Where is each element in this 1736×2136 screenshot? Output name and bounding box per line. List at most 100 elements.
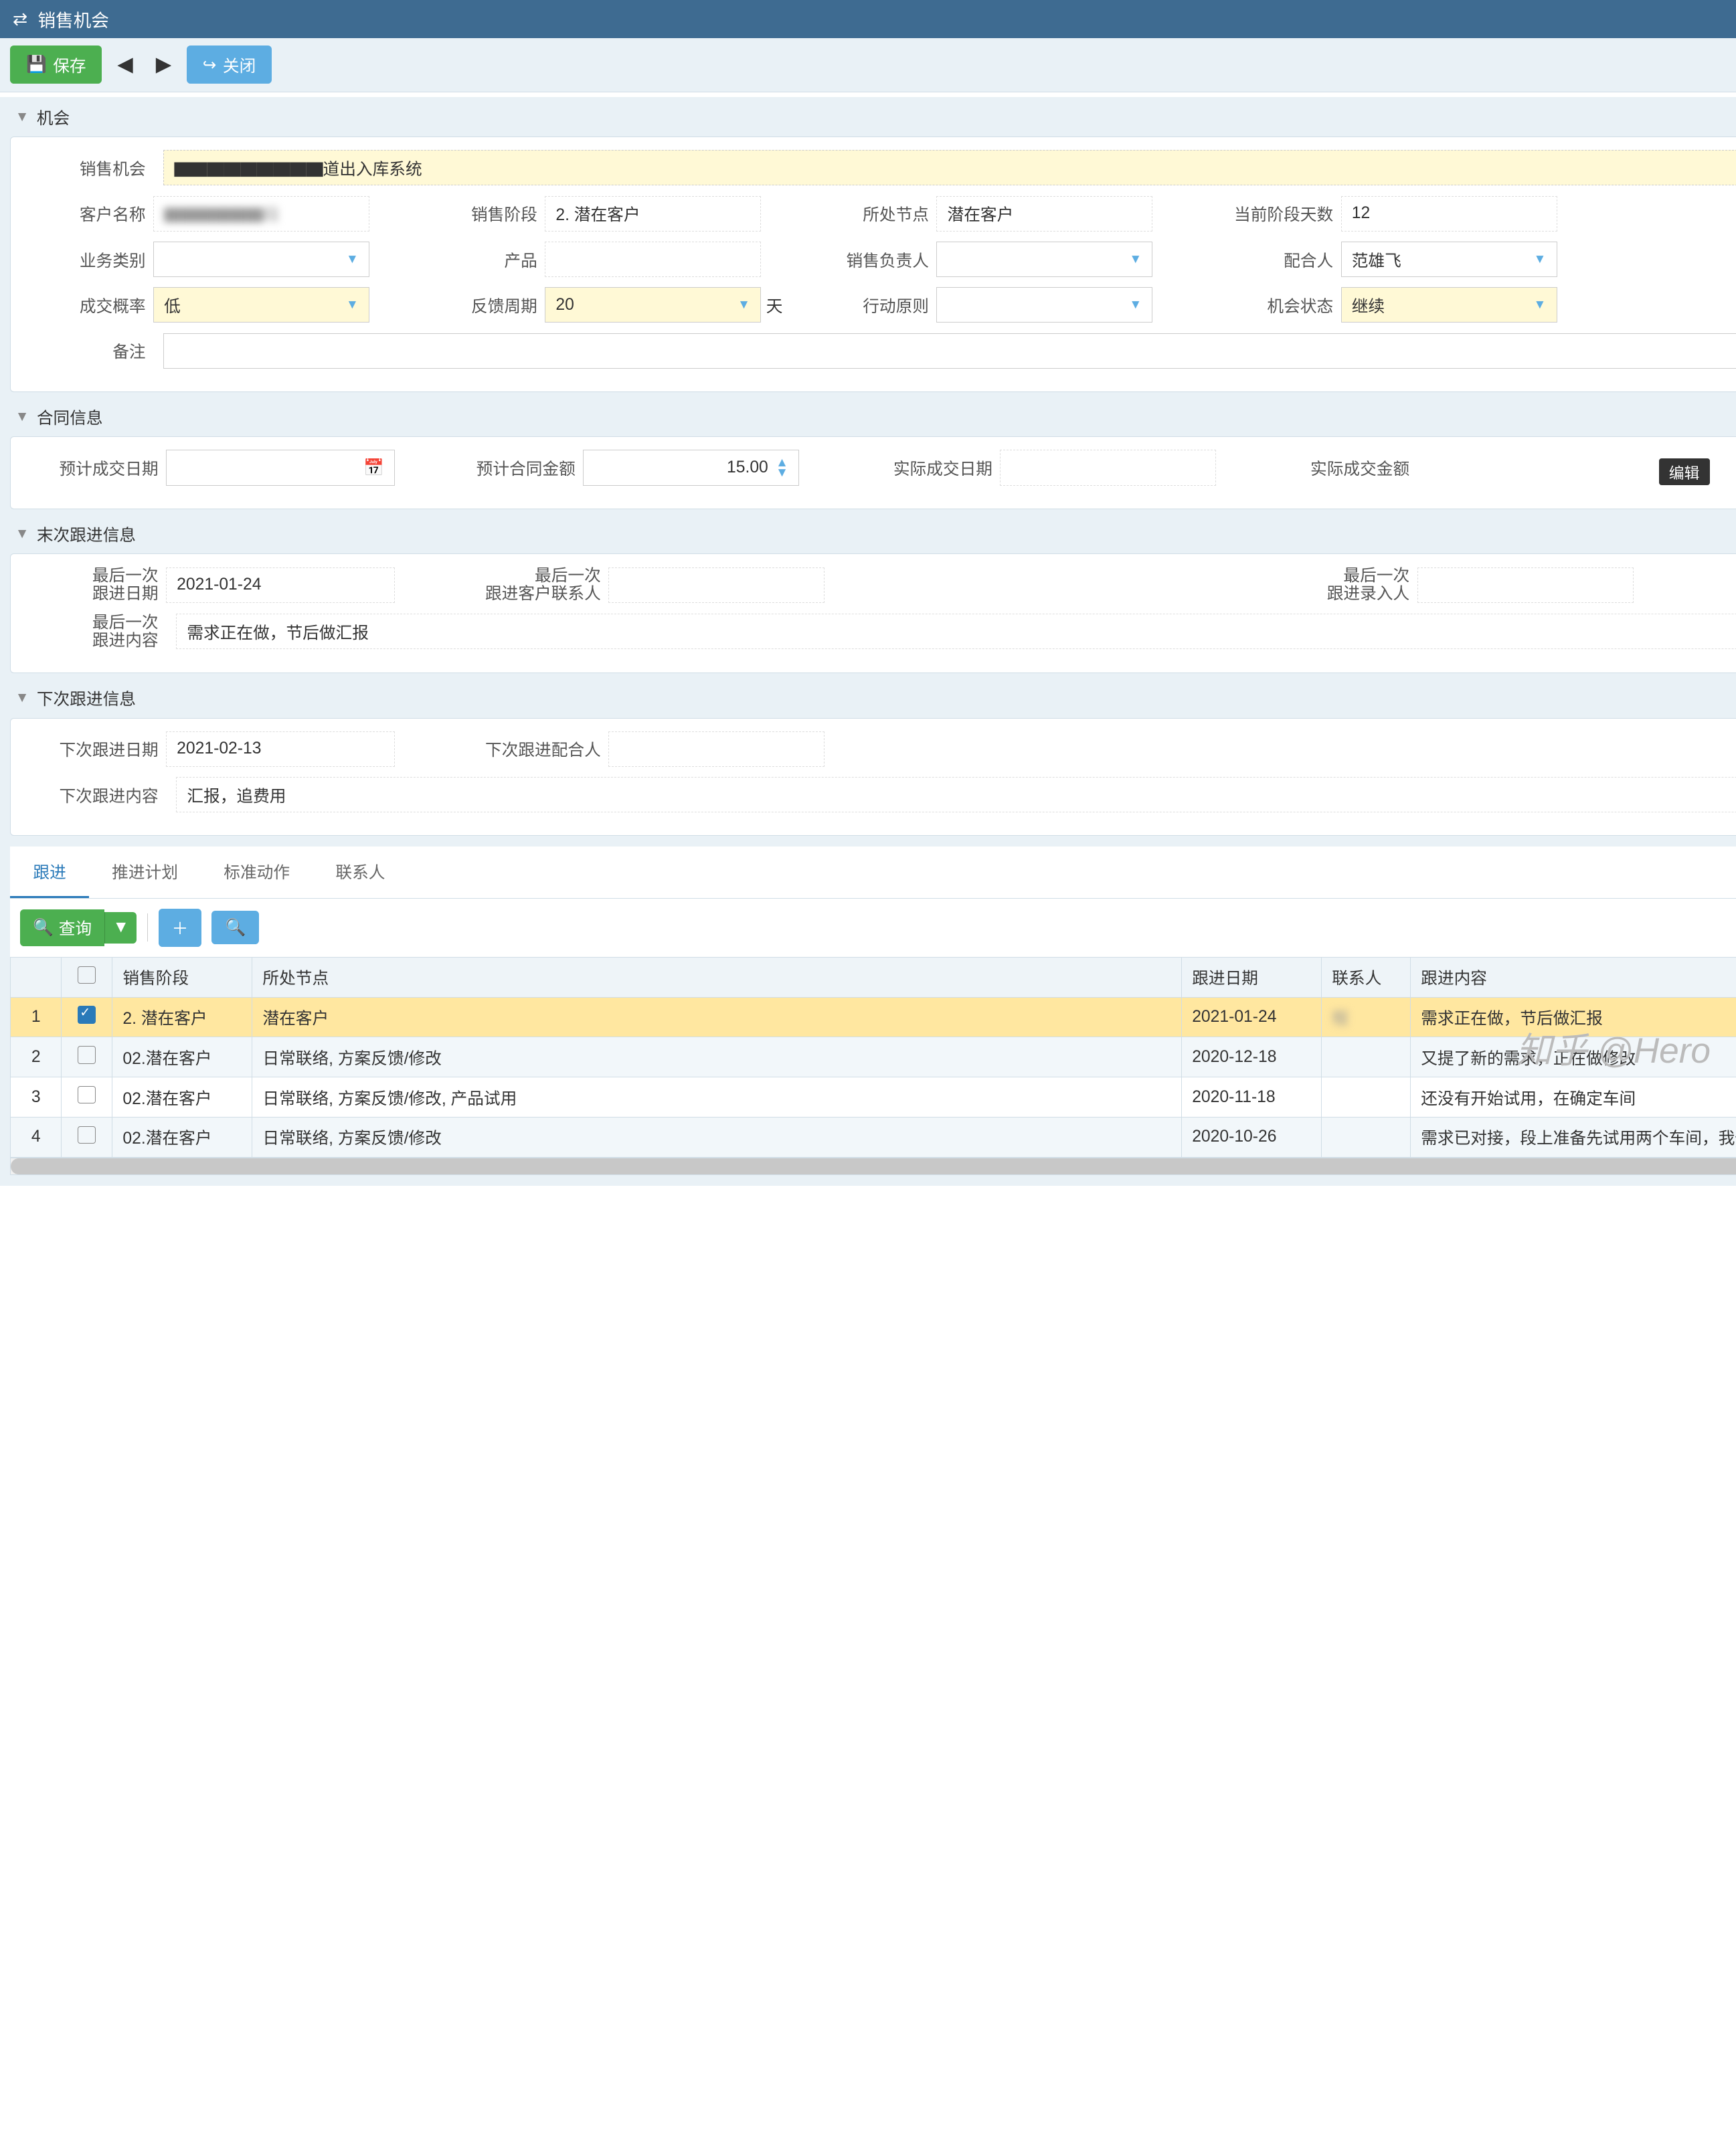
col-header[interactable]: 联系人 (1322, 957, 1411, 997)
cell-contact (1322, 1118, 1411, 1158)
label-est-amount: 预计合同金额 (443, 456, 583, 480)
label-last-recorder: 最后一次 跟进录入人 (1278, 567, 1417, 603)
row-num: 1 (11, 997, 62, 1037)
section-toggle-last-follow[interactable]: ▼ 末次跟进信息 (10, 514, 1736, 553)
field-remark[interactable] (163, 333, 1736, 369)
row-checkbox[interactable] (78, 1126, 96, 1144)
row-num: 3 (11, 1077, 62, 1118)
cell-stage: 02.潜在客户 (112, 1118, 252, 1158)
row-checkbox[interactable] (78, 1006, 96, 1024)
table-row[interactable]: 202.潜在客户日常联络, 方案反馈/修改2020-12-18又提了新的需求，正… (11, 1037, 1736, 1077)
search-more[interactable]: ▼ (104, 912, 137, 944)
section-toggle-next-follow[interactable]: ▼ 下次跟进信息 (10, 679, 1736, 718)
table-row[interactable]: 12. 潜在客户潜在客户2021-01-24程需求正在做，节后做汇报2021-0… (11, 997, 1736, 1037)
table-row[interactable]: 302.潜在客户日常联络, 方案反馈/修改, 产品试用2020-11-18还没有… (11, 1077, 1736, 1118)
cell-date: 2021-01-24 (1182, 997, 1322, 1037)
label-sales-opportunity: 销售机会 (26, 156, 153, 180)
chevron-down-icon: ▼ (1129, 252, 1142, 267)
col-header[interactable]: 跟进日期 (1182, 957, 1322, 997)
label-remark: 备注 (26, 339, 153, 363)
select-prob[interactable]: 低▼ (153, 287, 369, 323)
plus-icon: ＋ (172, 915, 189, 940)
chevron-down-icon: ▼ (346, 252, 359, 267)
label-partner: 配合人 (1201, 248, 1341, 272)
cell-content: 需求正在做，节后做汇报 (1411, 997, 1736, 1037)
cell-node: 日常联络, 方案反馈/修改 (252, 1118, 1182, 1158)
table-row[interactable]: 402.潜在客户日常联络, 方案反馈/修改2020-10-26需求已对接，段上准… (11, 1118, 1736, 1158)
caret-down-icon: ▼ (15, 526, 29, 542)
row-checkbox[interactable] (78, 1086, 96, 1104)
select-partner[interactable]: 范雄飞▼ (1341, 242, 1557, 277)
save-button[interactable]: 💾 保存 (10, 46, 102, 84)
section-title: 合同信息 (37, 405, 103, 429)
row-num: 4 (11, 1118, 62, 1158)
col-header[interactable]: 销售阶段 (112, 957, 252, 997)
datepicker-est-date[interactable]: 📅 (166, 450, 395, 485)
toolbar: 💾 保存 ◀ ▶ ↪ 关闭 (0, 38, 1736, 92)
section-toggle-contract[interactable]: ▼ 合同信息 (10, 397, 1736, 437)
field-sales-stage: 2. 潜在客户 (545, 196, 761, 232)
label-customer: 客户名称 (26, 201, 153, 226)
col-header[interactable]: 所处节点 (252, 957, 1182, 997)
label-actual-date: 实际成交日期 (860, 456, 1000, 480)
col-header[interactable] (11, 957, 62, 997)
select-owner[interactable]: ▼ (936, 242, 1152, 277)
select-status[interactable]: 继续▼ (1341, 287, 1557, 323)
section-title: 机会 (37, 105, 70, 129)
label-last-date: 最后一次 跟进日期 (26, 567, 166, 603)
tab-0[interactable]: 跟进 (10, 847, 89, 898)
field-next-partner (608, 731, 824, 767)
save-label: 保存 (53, 53, 86, 77)
label-next-content: 下次跟进内容 (26, 783, 166, 807)
row-checkbox[interactable] (78, 1046, 96, 1064)
feedback-unit: 天 (766, 293, 783, 317)
field-sales-opportunity[interactable]: ▇▇▇▇▇▇▇▇▇道出入库系统 (163, 150, 1736, 185)
horizontal-scrollbar[interactable] (10, 1158, 1736, 1176)
cell-contact (1322, 1077, 1411, 1118)
select-action[interactable]: ▼ (936, 287, 1152, 323)
col-header[interactable]: 跟进内容 (1411, 957, 1736, 997)
section-title: 下次跟进信息 (37, 686, 136, 710)
section-title: 末次跟进信息 (37, 522, 136, 546)
logout-icon: ↪ (203, 55, 217, 75)
label-biz-type: 业务类别 (26, 248, 153, 272)
close-button[interactable]: ↪ 关闭 (187, 46, 272, 84)
row-num: 2 (11, 1037, 62, 1077)
add-button[interactable]: ＋ (159, 909, 202, 947)
label-product: 产品 (418, 248, 545, 272)
select-feedback[interactable]: 20▼ (545, 287, 761, 323)
cell-content: 需求已对接，段上准备先试用两个车间，我们的需求和方… (1411, 1118, 1736, 1158)
cell-content: 还没有开始试用，在确定车间 (1411, 1077, 1736, 1118)
spinner-est-amount[interactable]: 15.00▲▼ (583, 450, 799, 485)
cell-node: 日常联络, 方案反馈/修改, 产品试用 (252, 1077, 1182, 1118)
col-header[interactable] (62, 957, 112, 997)
label-action: 行动原则 (809, 293, 936, 317)
search-button[interactable]: 🔍查询 ▼ (20, 909, 137, 946)
section-toggle-opportunity[interactable]: ▼ 机会 (10, 97, 1736, 137)
grid-toolbar: 🔍查询 ▼ ＋ 🔍 30 ⬇ 5条 (10, 899, 1736, 957)
save-icon: 💾 (26, 55, 47, 74)
cell-node: 日常联络, 方案反馈/修改 (252, 1037, 1182, 1077)
caret-down-icon: ▼ (15, 109, 29, 125)
field-last-date: 2021-01-24 (166, 567, 395, 603)
cell-stage: 2. 潜在客户 (112, 997, 252, 1037)
select-biz-type[interactable]: ▼ (153, 242, 369, 277)
tab-2[interactable]: 标准动作 (201, 847, 313, 898)
field-last-recorder (1417, 567, 1634, 603)
tab-3[interactable]: 联系人 (313, 847, 408, 898)
next-arrow[interactable]: ▶ (148, 48, 179, 82)
magnify-icon: 🔍 (225, 918, 246, 938)
cell-content: 又提了新的需求，正在做修改 (1411, 1037, 1736, 1077)
zoom-button[interactable]: 🔍 (211, 911, 259, 944)
caret-down-icon: ▼ (15, 409, 29, 425)
prev-arrow[interactable]: ◀ (110, 48, 141, 82)
calendar-icon: 📅 (363, 458, 384, 478)
swap-icon: ⇄ (13, 9, 27, 29)
tab-1[interactable]: 推进计划 (89, 847, 201, 898)
label-feedback: 反馈周期 (418, 293, 545, 317)
checkbox-all[interactable] (78, 966, 96, 984)
field-node: 潜在客户 (936, 196, 1152, 232)
label-owner: 销售负责人 (809, 248, 936, 272)
scrollbar-thumb[interactable] (11, 1158, 1736, 1175)
cell-contact (1322, 1037, 1411, 1077)
